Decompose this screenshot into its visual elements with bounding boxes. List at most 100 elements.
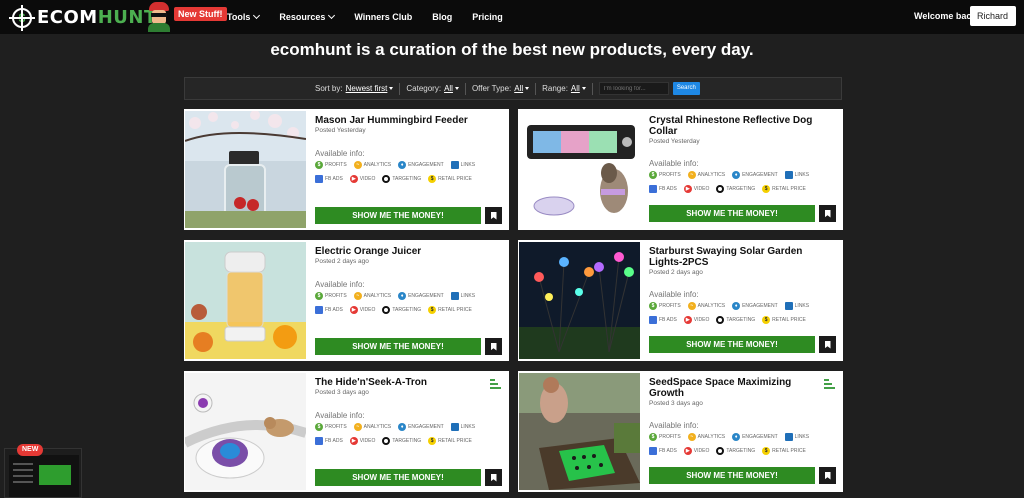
fb-ads-icon bbox=[649, 315, 657, 324]
ecomhunt-logo[interactable]: $ ECOMHUNT bbox=[9, 4, 157, 31]
product-image[interactable] bbox=[185, 373, 306, 490]
dollar-icon: $ bbox=[315, 422, 323, 431]
bookmark-button[interactable] bbox=[819, 205, 836, 222]
available-info-label: Available info: bbox=[649, 159, 699, 168]
product-card[interactable]: Starburst Swaying Solar Garden Lights-2P… bbox=[518, 240, 843, 361]
targeting-info: TARGETING bbox=[382, 174, 421, 183]
retail-price-info: $ RETAIL PRICE bbox=[428, 305, 472, 314]
video-info: ▶ VIDEO bbox=[683, 184, 709, 193]
bookmark-button[interactable] bbox=[485, 338, 502, 355]
product-title[interactable]: Electric Orange Juicer bbox=[315, 246, 485, 257]
video-info: ▶ VIDEO bbox=[349, 436, 375, 445]
analytics-icon: ~ bbox=[687, 170, 696, 179]
show-me-the-money-button[interactable]: SHOW ME THE MONEY! bbox=[649, 467, 815, 484]
product-title[interactable]: SeedSpace Space Maximizing Growth bbox=[649, 377, 819, 399]
product-image[interactable] bbox=[185, 111, 306, 228]
analytics-info: ~ ANALYTICS bbox=[687, 170, 725, 179]
product-title[interactable]: Crystal Rhinestone Reflective Dog Collar bbox=[649, 115, 819, 137]
product-card[interactable]: Mason Jar Hummingbird Feeder Posted Yest… bbox=[184, 109, 509, 230]
promo-screenshot bbox=[9, 455, 79, 497]
show-me-the-money-button[interactable]: SHOW ME THE MONEY! bbox=[649, 336, 815, 353]
target-icon bbox=[716, 446, 725, 455]
page-headline: ecomhunt is a curation of the best new p… bbox=[270, 40, 754, 59]
links-info: LINKS bbox=[450, 422, 475, 431]
engagement-icon: ♦ bbox=[398, 291, 407, 300]
dollar-icon: $ bbox=[649, 432, 657, 441]
posted-date: Posted 2 days ago bbox=[315, 258, 369, 265]
product-card[interactable]: Electric Orange Juicer Posted 2 days ago… bbox=[184, 240, 509, 361]
bookmark-icon bbox=[490, 342, 497, 351]
link-icon bbox=[450, 422, 459, 431]
show-me-the-money-button[interactable]: SHOW ME THE MONEY! bbox=[315, 469, 481, 486]
show-me-the-money-button[interactable]: SHOW ME THE MONEY! bbox=[649, 205, 815, 222]
menu-blog[interactable]: Blog bbox=[432, 12, 452, 22]
links-info: LINKS bbox=[784, 432, 809, 441]
dollar-icon: $ bbox=[315, 291, 323, 300]
product-card[interactable]: The Hide'n'Seek-A-Tron Posted 3 days ago… bbox=[184, 371, 509, 492]
play-icon: ▶ bbox=[683, 446, 692, 455]
play-icon: ▶ bbox=[683, 315, 692, 324]
target-icon bbox=[382, 305, 391, 314]
logo-text: ECOMHUNT bbox=[37, 7, 157, 28]
product-image[interactable] bbox=[519, 373, 640, 490]
links-info: LINKS bbox=[784, 170, 809, 179]
info-icons: $ PROFITS ~ ANALYTICS ♦ ENGAGEMENT LINKS FB… bbox=[649, 169, 834, 197]
info-icons: $ PROFITS ~ ANALYTICS ♦ ENGAGEMENT LINKS FB… bbox=[315, 290, 500, 318]
fb-ads-icon bbox=[649, 184, 657, 193]
new-stuff-badge[interactable]: New Stuff! bbox=[174, 7, 227, 21]
show-me-the-money-button[interactable]: SHOW ME THE MONEY! bbox=[315, 207, 481, 224]
profits-info: $ PROFITS bbox=[649, 432, 681, 441]
dollar-crosshair-icon: $ bbox=[9, 4, 35, 31]
stats-bars-icon[interactable] bbox=[824, 379, 835, 389]
main-menu: Tools Resources Winners Club Blog Pricin… bbox=[227, 0, 523, 34]
menu-tools[interactable]: Tools bbox=[227, 11, 261, 22]
user-menu-button[interactable]: Richard bbox=[970, 6, 1016, 26]
bookmark-button[interactable] bbox=[485, 469, 502, 486]
product-card[interactable]: Crystal Rhinestone Reflective Dog Collar… bbox=[518, 109, 843, 230]
profits-info: $ PROFITS bbox=[315, 291, 347, 300]
offer-type-filter[interactable]: Offer Type: All bbox=[466, 84, 535, 93]
bookmark-icon bbox=[490, 473, 497, 482]
video-info: ▶ VIDEO bbox=[349, 174, 375, 183]
link-icon bbox=[784, 301, 793, 310]
bookmark-button[interactable] bbox=[819, 336, 836, 353]
available-info-label: Available info: bbox=[649, 290, 699, 299]
range-filter[interactable]: Range: All bbox=[536, 84, 592, 93]
menu-resources[interactable]: Resources bbox=[279, 11, 336, 22]
new-badge: NEW bbox=[17, 444, 44, 456]
stats-bars-icon[interactable] bbox=[490, 379, 501, 389]
engagement-icon: ♦ bbox=[398, 160, 407, 169]
product-image[interactable] bbox=[519, 242, 640, 359]
mascot-avatar bbox=[147, 2, 171, 32]
profits-info: $ PROFITS bbox=[649, 301, 681, 310]
bookmark-icon bbox=[490, 211, 497, 220]
available-info-label: Available info: bbox=[649, 421, 699, 430]
retail-price-info: $ RETAIL PRICE bbox=[428, 174, 472, 183]
bookmark-button[interactable] bbox=[485, 207, 502, 224]
product-image[interactable] bbox=[185, 242, 306, 359]
play-icon: ▶ bbox=[683, 184, 692, 193]
analytics-icon: ~ bbox=[353, 291, 362, 300]
category-filter[interactable]: Category: All bbox=[400, 84, 465, 93]
price-tag-icon: $ bbox=[762, 315, 771, 324]
bookmark-button[interactable] bbox=[819, 467, 836, 484]
info-icons: $ PROFITS ~ ANALYTICS ♦ ENGAGEMENT LINKS FB… bbox=[315, 421, 500, 449]
targeting-info: TARGETING bbox=[716, 184, 755, 193]
menu-pricing[interactable]: Pricing bbox=[472, 12, 503, 22]
product-card[interactable]: SeedSpace Space Maximizing Growth Posted… bbox=[518, 371, 843, 492]
sort-filter[interactable]: Sort by: Newest first bbox=[309, 84, 399, 93]
menu-winners-club[interactable]: Winners Club bbox=[354, 12, 412, 22]
show-me-the-money-button[interactable]: SHOW ME THE MONEY! bbox=[315, 338, 481, 355]
promo-widget[interactable] bbox=[4, 448, 82, 498]
product-title[interactable]: Starburst Swaying Solar Garden Lights-2P… bbox=[649, 246, 819, 268]
dollar-icon: $ bbox=[649, 170, 657, 179]
search-input[interactable] bbox=[598, 82, 669, 95]
caret-down-icon bbox=[389, 87, 394, 90]
product-title[interactable]: The Hide'n'Seek-A-Tron bbox=[315, 377, 485, 388]
links-info: LINKS bbox=[784, 301, 809, 310]
product-title[interactable]: Mason Jar Hummingbird Feeder bbox=[315, 115, 485, 126]
analytics-info: ~ ANALYTICS bbox=[353, 160, 391, 169]
caret-down-icon bbox=[525, 87, 530, 90]
search-button[interactable]: Search bbox=[672, 82, 700, 95]
product-image[interactable] bbox=[519, 111, 640, 228]
